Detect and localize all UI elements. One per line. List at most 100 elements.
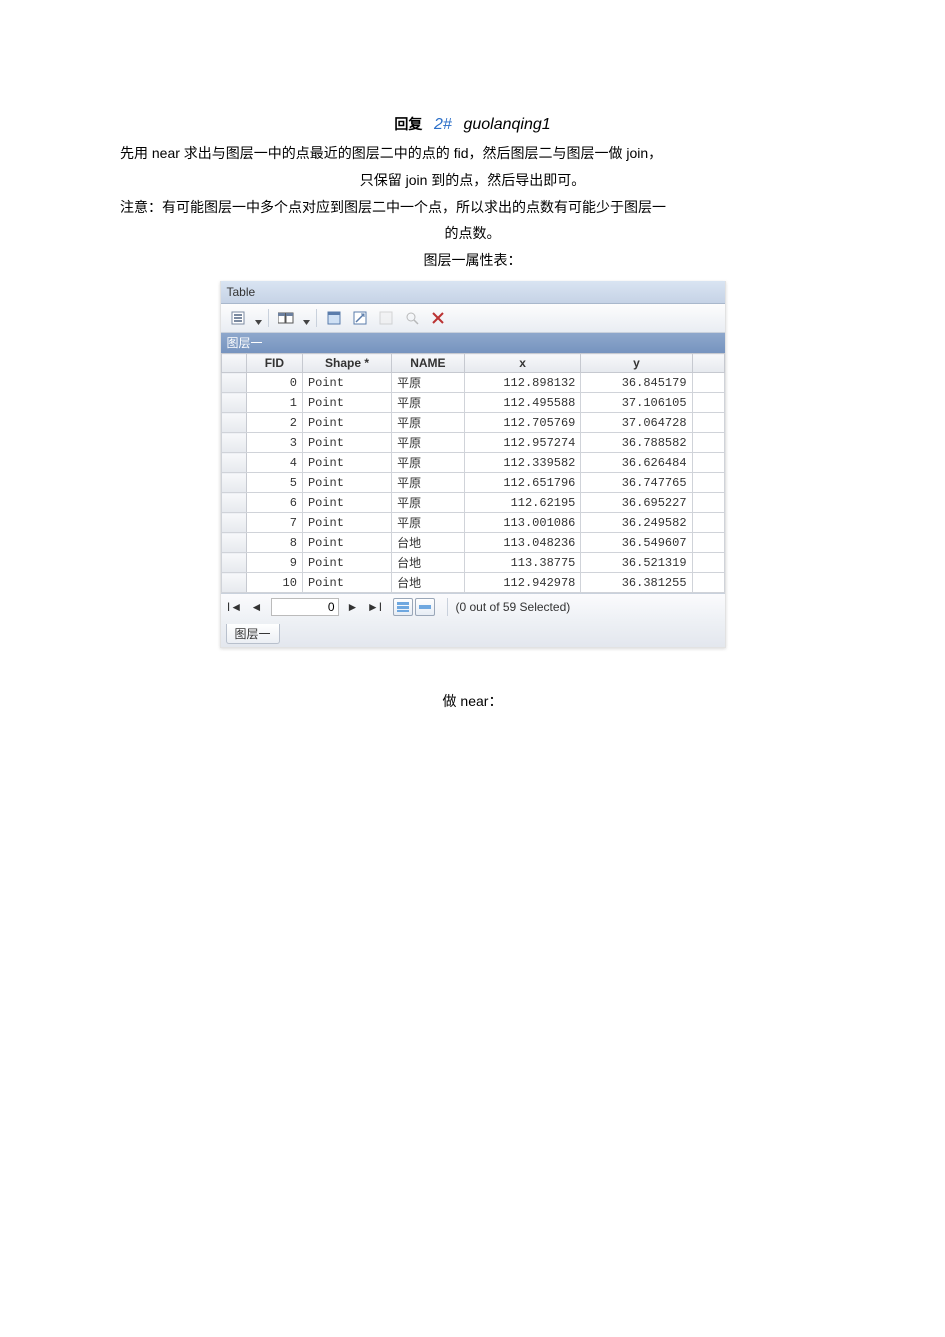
next-record-button[interactable]: ►	[345, 600, 361, 614]
record-index-input[interactable]	[271, 598, 339, 616]
cell-x: 112.339582	[464, 453, 581, 473]
attribute-table-panel: Table	[220, 281, 726, 648]
cell-extra	[692, 453, 724, 473]
row-handle-header	[221, 354, 246, 373]
cell-x: 112.62195	[464, 493, 581, 513]
grid-header-row: FID Shape * NAME x y	[221, 354, 724, 373]
show-selected-records-button[interactable]	[415, 598, 435, 616]
reply-username: guolanqing1	[463, 116, 550, 133]
cell-shape: Point	[302, 553, 391, 573]
table-options-button[interactable]	[227, 307, 249, 329]
last-record-button[interactable]: ►I	[367, 600, 383, 614]
col-header-extra	[692, 354, 724, 373]
first-record-button[interactable]: I◄	[227, 600, 243, 614]
record-navigator: I◄ ◄ ► ►I (0 out of 59 Selected)	[221, 593, 725, 620]
row-handle[interactable]	[221, 413, 246, 433]
switch-selection-button[interactable]	[349, 307, 371, 329]
cell-extra	[692, 553, 724, 573]
table-row[interactable]: 1Point平原112.49558837.106105	[221, 393, 724, 413]
selection-status: (0 out of 59 Selected)	[456, 600, 571, 614]
cell-shape: Point	[302, 393, 391, 413]
cell-shape: Point	[302, 433, 391, 453]
prev-record-button[interactable]: ◄	[249, 600, 265, 614]
row-handle[interactable]	[221, 513, 246, 533]
row-handle[interactable]	[221, 493, 246, 513]
cell-name: 台地	[392, 573, 465, 593]
row-handle[interactable]	[221, 573, 246, 593]
table-row[interactable]: 5Point平原112.65179636.747765	[221, 473, 724, 493]
select-by-attributes-button[interactable]	[323, 307, 345, 329]
cell-x: 112.495588	[464, 393, 581, 413]
cell-name: 平原	[392, 433, 465, 453]
layer-name-label: 图层一	[227, 336, 263, 350]
cell-shape: Point	[302, 533, 391, 553]
data-grid[interactable]: FID Shape * NAME x y 0Point平原112.8981323…	[221, 353, 725, 593]
cell-x: 112.705769	[464, 413, 581, 433]
col-header-shape[interactable]: Shape *	[302, 354, 391, 373]
cell-fid: 7	[246, 513, 302, 533]
cell-extra	[692, 493, 724, 513]
cell-fid: 6	[246, 493, 302, 513]
cell-y: 37.106105	[581, 393, 692, 413]
col-header-fid[interactable]: FID	[246, 354, 302, 373]
cell-y: 36.249582	[581, 513, 692, 533]
table-row[interactable]: 6Point平原112.6219536.695227	[221, 493, 724, 513]
body-line-2: 只保留 join 到的点，然后导出即可。	[120, 167, 825, 194]
table-row[interactable]: 3Point平原112.95727436.788582	[221, 433, 724, 453]
cell-x: 113.001086	[464, 513, 581, 533]
panel-titlebar[interactable]: Table	[221, 281, 725, 304]
table-row[interactable]: 2Point平原112.70576937.064728	[221, 413, 724, 433]
table-row[interactable]: 10Point台地112.94297836.381255	[221, 573, 724, 593]
table-row[interactable]: 4Point平原112.33958236.626484	[221, 453, 724, 473]
cell-shape: Point	[302, 373, 391, 393]
cell-name: 平原	[392, 493, 465, 513]
cell-name: 平原	[392, 453, 465, 473]
col-header-x[interactable]: x	[464, 354, 581, 373]
cell-fid: 8	[246, 533, 302, 553]
layer-name-band[interactable]: 图层一	[221, 333, 725, 353]
clear-selection-button[interactable]	[375, 307, 397, 329]
zoom-selected-button[interactable]	[401, 307, 423, 329]
row-handle[interactable]	[221, 473, 246, 493]
cell-name: 平原	[392, 393, 465, 413]
table-row[interactable]: 0Point平原112.89813236.845179	[221, 373, 724, 393]
cell-x: 112.898132	[464, 373, 581, 393]
cell-extra	[692, 473, 724, 493]
cell-name: 平原	[392, 513, 465, 533]
delete-selected-button[interactable]	[427, 307, 449, 329]
bottom-tab-layer1[interactable]: 图层一	[226, 624, 280, 644]
row-handle[interactable]	[221, 433, 246, 453]
cell-shape: Point	[302, 573, 391, 593]
cell-fid: 10	[246, 573, 302, 593]
cell-extra	[692, 513, 724, 533]
cell-extra	[692, 533, 724, 553]
cell-y: 36.626484	[581, 453, 692, 473]
cell-fid: 9	[246, 553, 302, 573]
cell-shape: Point	[302, 413, 391, 433]
col-header-name[interactable]: NAME	[392, 354, 465, 373]
cell-y: 36.747765	[581, 473, 692, 493]
table-row[interactable]: 9Point台地113.3877536.521319	[221, 553, 724, 573]
related-tables-button[interactable]	[275, 307, 297, 329]
cell-fid: 3	[246, 433, 302, 453]
col-header-y[interactable]: y	[581, 354, 692, 373]
row-handle[interactable]	[221, 553, 246, 573]
show-all-records-button[interactable]	[393, 598, 413, 616]
cell-shape: Point	[302, 513, 391, 533]
row-handle[interactable]	[221, 373, 246, 393]
row-handle[interactable]	[221, 533, 246, 553]
table-row[interactable]: 7Point平原113.00108636.249582	[221, 513, 724, 533]
near-caption: 做 near：	[120, 688, 825, 715]
chevron-down-icon[interactable]	[303, 315, 310, 322]
chevron-down-icon[interactable]	[255, 315, 262, 322]
table-row[interactable]: 8Point台地113.04823636.549607	[221, 533, 724, 553]
cell-fid: 2	[246, 413, 302, 433]
cell-x: 113.048236	[464, 533, 581, 553]
cell-fid: 0	[246, 373, 302, 393]
cell-y: 36.695227	[581, 493, 692, 513]
cell-fid: 4	[246, 453, 302, 473]
panel-title: Table	[227, 285, 256, 299]
row-handle[interactable]	[221, 453, 246, 473]
row-handle[interactable]	[221, 393, 246, 413]
cell-shape: Point	[302, 493, 391, 513]
